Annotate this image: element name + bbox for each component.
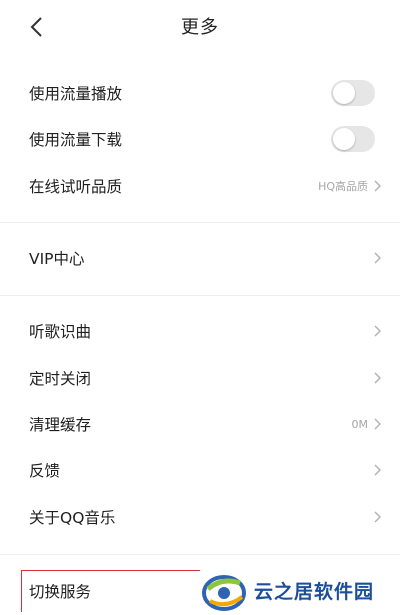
setting-vip-center[interactable]: VIP中心 (0, 235, 400, 281)
mobile-data-playback-toggle[interactable] (331, 80, 375, 106)
toggle-knob (333, 128, 355, 150)
setting-streaming-quality[interactable]: 在线试听品质 HQ高品质 (0, 163, 400, 209)
setting-label: 反馈 (29, 462, 61, 480)
section-divider (0, 222, 400, 223)
watermark: 云之居软件园 (200, 566, 400, 615)
watermark-text: 云之居软件园 (254, 581, 375, 603)
setting-label: 定时关闭 (29, 370, 92, 388)
highlight-box (21, 570, 216, 612)
chevron-right-icon (374, 180, 381, 192)
top-bar: 更多 (0, 0, 400, 52)
chevron-right-icon (374, 252, 381, 264)
setting-value: HQ高品质 (318, 180, 368, 193)
chevron-right-icon (374, 418, 381, 430)
section-divider (0, 295, 400, 296)
setting-label: VIP中心 (29, 250, 85, 268)
setting-song-recognition[interactable]: 听歌识曲 (0, 308, 400, 354)
setting-mobile-data-playback: 使用流量播放 (0, 70, 400, 116)
setting-label: 关于QQ音乐 (29, 509, 116, 527)
section-divider (0, 554, 400, 555)
chevron-right-icon (374, 464, 381, 476)
page-title: 更多 (181, 17, 219, 38)
setting-label: 使用流量播放 (29, 85, 123, 103)
back-arrow-icon (30, 17, 42, 37)
setting-mobile-data-download: 使用流量下载 (0, 116, 400, 162)
setting-feedback[interactable]: 反馈 (0, 447, 400, 493)
setting-label: 在线试听品质 (29, 178, 123, 196)
chevron-right-icon (374, 372, 381, 384)
back-button[interactable] (22, 12, 52, 42)
cache-size-value: 0M (351, 417, 369, 431)
toggle-knob (333, 82, 355, 104)
chevron-right-icon (374, 325, 381, 337)
setting-about[interactable]: 关于QQ音乐 (0, 494, 400, 540)
watermark-logo-icon (202, 574, 246, 611)
chevron-right-icon (374, 511, 381, 523)
setting-label: 听歌识曲 (29, 323, 92, 341)
setting-clear-cache[interactable]: 清理缓存 0M (0, 401, 400, 447)
setting-label: 使用流量下载 (29, 131, 123, 149)
mobile-data-download-toggle[interactable] (331, 126, 375, 152)
setting-sleep-timer[interactable]: 定时关闭 (0, 355, 400, 401)
setting-label: 清理缓存 (29, 416, 92, 434)
